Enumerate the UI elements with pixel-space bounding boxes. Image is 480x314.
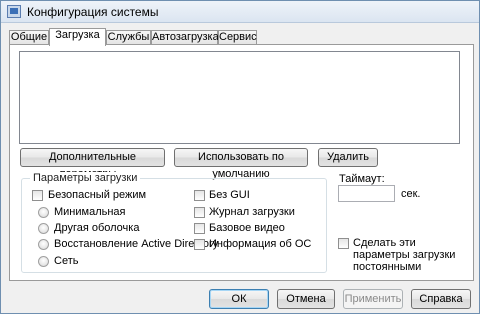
apply-button[interactable]: Применить — [343, 289, 403, 309]
msconfig-icon — [7, 5, 21, 18]
minimal-label: Минимальная — [54, 206, 126, 218]
base-video-checkbox[interactable] — [194, 223, 205, 234]
ok-button[interactable]: ОК — [209, 289, 269, 309]
help-button[interactable]: Справка — [411, 289, 471, 309]
tab-startup[interactable]: Автозагрузка — [151, 30, 219, 45]
cancel-button[interactable]: Отмена — [277, 289, 335, 309]
boot-log-checkbox[interactable] — [194, 207, 205, 218]
window-title: Конфигурация системы — [27, 5, 159, 19]
safe-boot-label: Безопасный режим — [48, 189, 147, 201]
tab-general[interactable]: Общие — [9, 30, 49, 45]
os-info-label: Информация об ОС — [209, 238, 312, 250]
no-gui-label: Без GUI — [209, 189, 250, 201]
timeout-label: Таймаут: — [339, 173, 385, 185]
tab-services[interactable]: Службы — [106, 30, 151, 45]
network-label: Сеть — [54, 255, 79, 267]
no-gui-checkbox[interactable] — [194, 190, 205, 201]
tab-boot[interactable]: Загрузка — [49, 28, 106, 46]
minimal-radio[interactable] — [38, 207, 49, 218]
alternate-shell-radio[interactable] — [38, 223, 49, 234]
safe-boot-checkbox[interactable] — [32, 190, 43, 201]
delete-button[interactable]: Удалить — [318, 148, 378, 167]
system-configuration-window: Конфигурация системы Общие Загрузка Служ… — [0, 0, 480, 314]
make-permanent-label: Сделать эти параметры загрузки постоянны… — [353, 237, 456, 273]
base-video-label: Базовое видео — [209, 222, 285, 234]
os-list[interactable] — [19, 51, 460, 144]
make-permanent-checkbox[interactable] — [338, 238, 349, 249]
timeout-unit: сек. — [401, 188, 421, 200]
timeout-input[interactable] — [338, 185, 395, 202]
tab-tools[interactable]: Сервис — [218, 30, 257, 45]
os-info-checkbox[interactable] — [194, 239, 205, 250]
alternate-shell-label: Другая оболочка — [54, 222, 140, 234]
boot-log-label: Журнал загрузки — [209, 206, 295, 218]
boot-options-title: Параметры загрузки — [30, 172, 141, 184]
advanced-options-button[interactable]: Дополнительные параметры... — [20, 148, 165, 180]
ad-repair-radio[interactable] — [38, 239, 49, 250]
network-radio[interactable] — [38, 256, 49, 267]
set-default-button[interactable]: Использовать по умолчанию — [174, 148, 308, 180]
title-bar: Конфигурация системы — [1, 1, 479, 23]
